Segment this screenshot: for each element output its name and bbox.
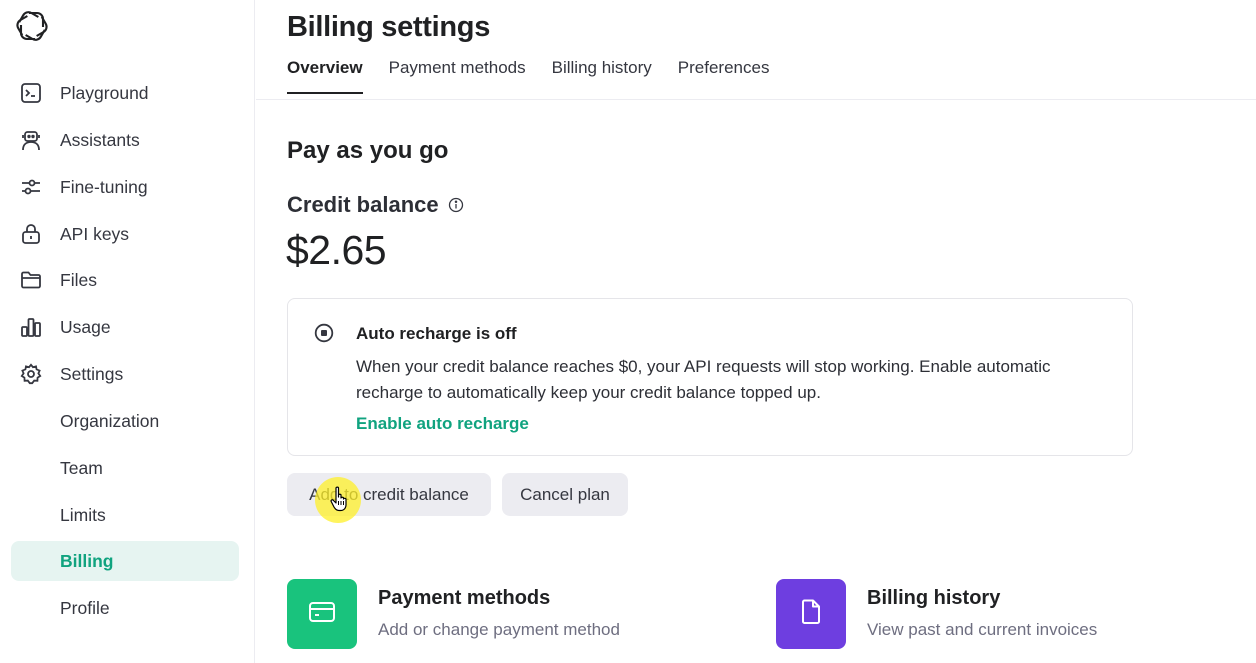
credit-balance-value: $2.65 xyxy=(286,227,387,273)
sidebar-item-label: Fine-tuning xyxy=(60,176,148,197)
credit-balance-label: Credit balance xyxy=(287,192,464,218)
folder-icon xyxy=(19,268,43,292)
sidebar-item-label: Settings xyxy=(60,363,124,384)
auto-recharge-description: When your credit balance reaches $0, you… xyxy=(356,357,1051,402)
info-icon[interactable] xyxy=(448,197,464,213)
sidebar-item-files[interactable]: Files xyxy=(11,260,239,300)
add-credit-balance-button[interactable]: Add to credit balance xyxy=(287,473,491,516)
sidebar-item-organization[interactable]: Organization xyxy=(11,401,239,441)
sidebar-item-label: Playground xyxy=(60,82,149,103)
sidebar-item-label: Team xyxy=(60,457,103,478)
tab-bar: Overview Payment methods Billing history… xyxy=(287,58,795,94)
payment-methods-card[interactable]: Payment methods Add or change payment me… xyxy=(287,579,620,649)
sliders-icon xyxy=(19,175,43,199)
tab-overview[interactable]: Overview xyxy=(287,58,363,94)
payment-methods-card-subtitle: Add or change payment method xyxy=(378,620,620,639)
sidebar-item-billing[interactable]: Billing xyxy=(11,541,239,581)
page-header: Billing settings Overview Payment method… xyxy=(256,0,1256,100)
billing-history-card-subtitle: View past and current invoices xyxy=(867,620,1098,639)
tab-preferences[interactable]: Preferences xyxy=(678,58,770,94)
terminal-icon xyxy=(19,81,43,105)
sidebar-item-settings[interactable]: Settings xyxy=(11,354,239,394)
sidebar-item-label: Assistants xyxy=(60,129,140,150)
sidebar-item-api-keys[interactable]: API keys xyxy=(11,214,239,254)
sidebar-item-label: Organization xyxy=(60,410,160,431)
billing-history-tile xyxy=(776,579,846,649)
sidebar-item-label: Profile xyxy=(60,597,110,618)
credit-balance-text: Credit balance xyxy=(287,192,439,217)
page-title: Billing settings xyxy=(287,11,491,43)
cancel-plan-button[interactable]: Cancel plan xyxy=(502,473,628,516)
sidebar-item-playground[interactable]: Playground xyxy=(11,73,239,113)
openai-logo-icon[interactable] xyxy=(15,9,49,43)
sidebar-item-assistants[interactable]: Assistants xyxy=(11,120,239,160)
sidebar-item-label: Limits xyxy=(60,504,106,525)
sidebar-item-limits[interactable]: Limits xyxy=(11,495,239,535)
billing-history-card-title: Billing history xyxy=(867,587,1001,609)
enable-auto-recharge-link[interactable]: Enable auto recharge xyxy=(356,414,529,434)
lock-icon xyxy=(19,222,43,246)
sidebar-item-usage[interactable]: Usage xyxy=(11,307,239,347)
stop-circle-icon xyxy=(314,323,334,343)
sidebar-item-fine-tuning[interactable]: Fine-tuning xyxy=(11,167,239,207)
billing-history-card[interactable]: Billing history View past and current in… xyxy=(776,579,1097,649)
sidebar: Playground Assistants Fine-tuning API ke… xyxy=(0,0,255,663)
tab-payment-methods[interactable]: Payment methods xyxy=(389,58,526,94)
sidebar-item-profile[interactable]: Profile xyxy=(11,588,239,628)
auto-recharge-title: Auto recharge is off xyxy=(356,324,517,343)
bar-chart-icon xyxy=(19,315,43,339)
payment-methods-card-title: Payment methods xyxy=(378,587,551,609)
auto-recharge-panel: Auto recharge is off When your credit ba… xyxy=(287,298,1133,456)
tab-billing-history[interactable]: Billing history xyxy=(552,58,652,94)
document-icon xyxy=(800,599,822,630)
sidebar-item-team[interactable]: Team xyxy=(11,448,239,488)
robot-icon xyxy=(19,128,43,152)
payment-methods-tile xyxy=(287,579,357,649)
sidebar-item-label: Billing xyxy=(60,550,114,571)
sidebar-item-label: API keys xyxy=(60,223,130,244)
section-title: Pay as you go xyxy=(287,137,449,164)
gear-icon xyxy=(19,362,43,386)
credit-card-icon xyxy=(308,601,336,628)
sidebar-item-label: Files xyxy=(60,269,97,290)
sidebar-item-label: Usage xyxy=(60,316,111,337)
